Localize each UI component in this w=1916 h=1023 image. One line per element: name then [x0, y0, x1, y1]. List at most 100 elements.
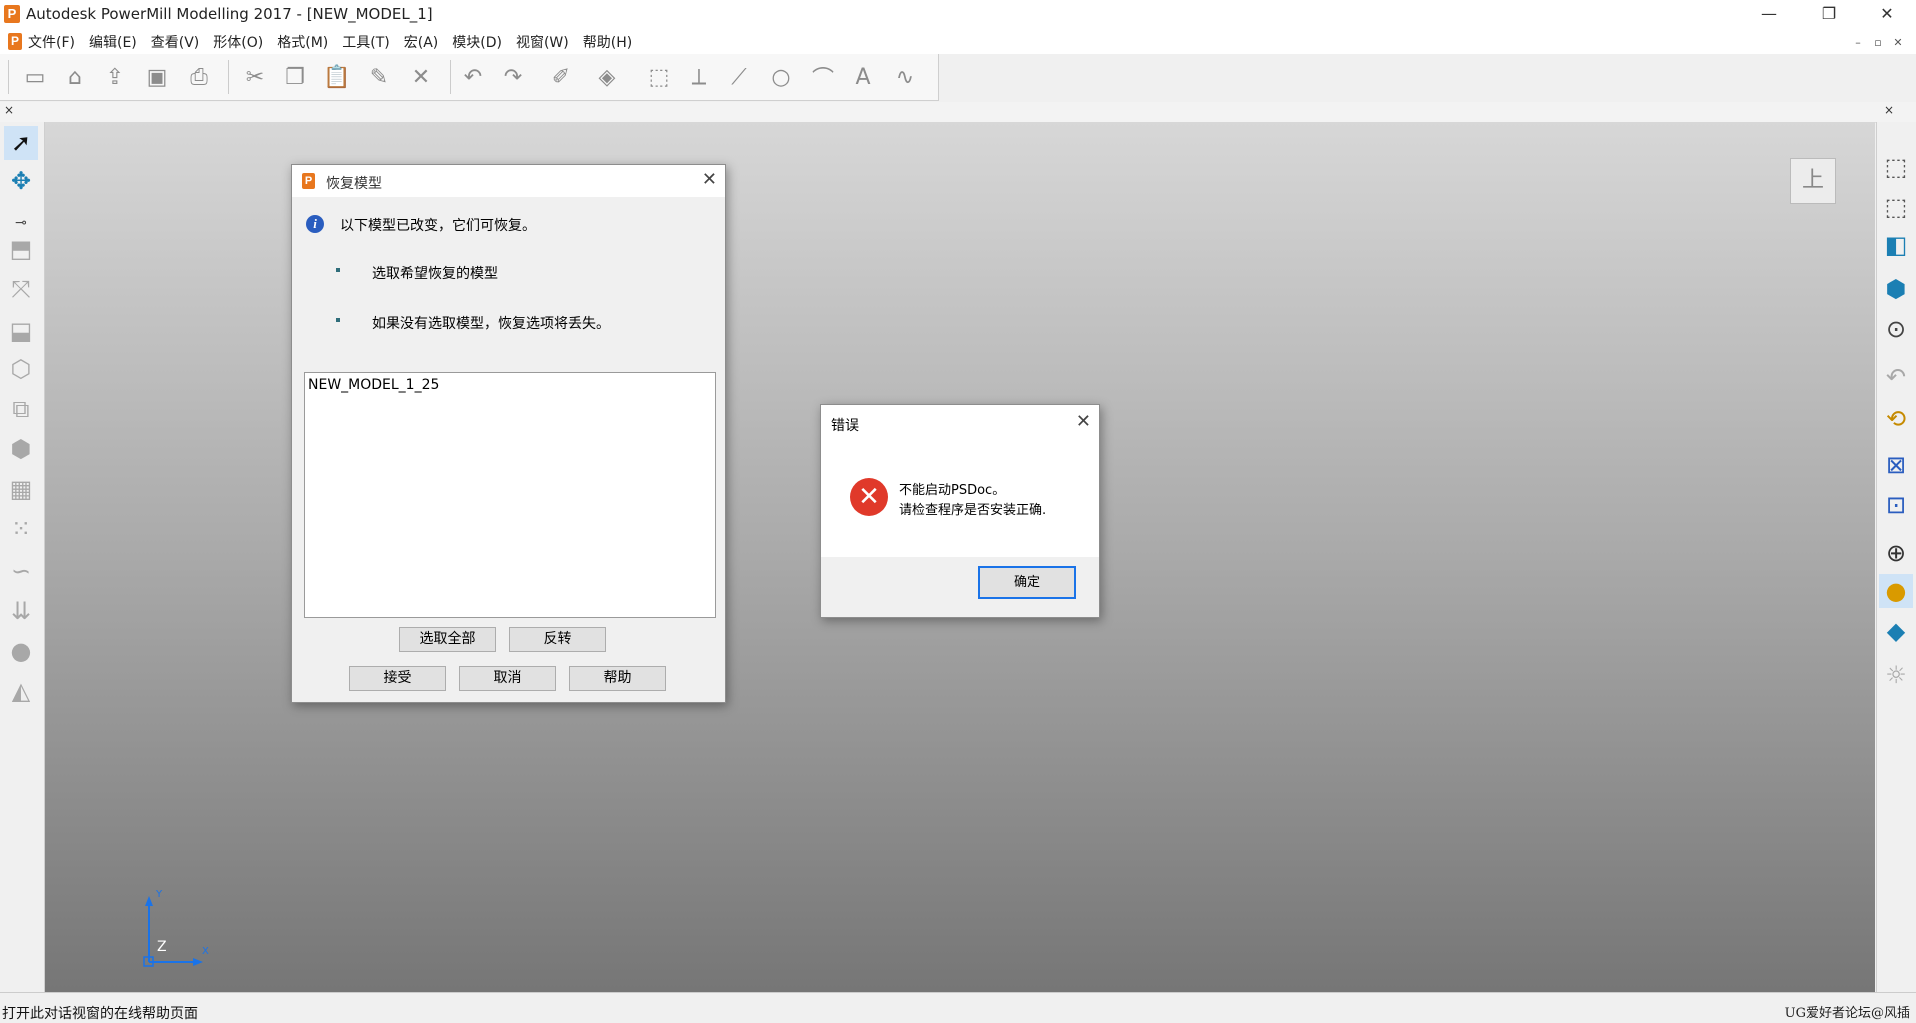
shaded-globe-icon[interactable]: ● [1879, 574, 1913, 608]
bullet-icon [336, 268, 340, 272]
document-logo-icon[interactable]: P [8, 33, 22, 50]
light-icon[interactable]: ☼ [1879, 658, 1913, 692]
wave-icon[interactable]: ∽ [4, 554, 38, 588]
import-icon[interactable]: ⇪ [100, 62, 130, 92]
side-view-icon[interactable]: ◧ [1879, 228, 1913, 262]
watermark: UG爱好者论坛@风插 [1784, 1006, 1910, 1021]
error-dialog-title: 错误 [831, 418, 859, 434]
surface-icon[interactable]: ⬒ [4, 232, 38, 266]
panel-close-icon[interactable]: × [4, 103, 14, 117]
arrays-icon[interactable]: ⇊ [4, 594, 38, 628]
redo-icon[interactable]: ↷ [498, 62, 528, 92]
bullet-text-2: 如果没有选取模型，恢复选项将丢失。 [372, 316, 610, 332]
zoom-previous-icon[interactable]: ↶ [1879, 360, 1913, 394]
error-icon: ✕ [850, 478, 888, 516]
plane-icon[interactable]: ◆ [1879, 614, 1913, 648]
dialog-logo-icon: P [302, 173, 315, 189]
open-folder-icon[interactable]: ⌂ [60, 62, 90, 92]
sketch-icon[interactable]: ✐ [546, 62, 576, 92]
error-close-button[interactable]: ✕ [1076, 411, 1091, 432]
mdi-minimize-button[interactable]: – [1850, 36, 1866, 50]
zoom-fit-icon[interactable]: ⊠ [1879, 448, 1913, 482]
right-view-palette: ⬚ ⬚ ◧ ⬢ ⊙ ↶ ⟲ ⊠ ⊡ ⊕ ● ◆ ☼ [1876, 122, 1916, 992]
info-text: 以下模型已改变，它们可恢复。 [340, 218, 536, 234]
menu-bar: P 文件(F) 编辑(E) 查看(V) 形体(O) 格式(M) 工具(T) 宏(… [0, 30, 1916, 54]
menu-view[interactable]: 查看(V) [151, 32, 200, 52]
cube-icon[interactable]: ⬢ [4, 432, 38, 466]
error-dialog: 错误 ✕ ✕ 不能启动PSDoc。 请检查程序是否安装正确. 确定 [820, 404, 1100, 618]
right-panel-close-icon[interactable]: × [1884, 103, 1894, 117]
zoom-undo-icon[interactable]: ⟲ [1879, 402, 1913, 436]
pyramid-icon[interactable]: ◭ [4, 674, 38, 708]
menu-file[interactable]: 文件(F) [28, 32, 75, 52]
left-tool-palette: ➚ ✥ ⊸ ⬒ ⤧ ⬓ ⬡ ⧉ ⬢ ▦ ⁙ ∽ ⇊ ● ◭ [0, 122, 45, 992]
axis-triad-icon: Y Z X [143, 889, 209, 967]
menu-shape[interactable]: 形体(O) [213, 32, 263, 52]
zoom-window-icon[interactable]: ⊡ [1879, 488, 1913, 522]
box-icon[interactable]: ▦ [4, 472, 38, 506]
info-icon: i [306, 215, 324, 233]
select-cursor-icon[interactable]: ➚ [4, 126, 38, 160]
list-item[interactable]: NEW_MODEL_1_25 [308, 377, 439, 393]
status-bar: 打开此对话视窗的在线帮助页面 UG爱好者论坛@风插 [0, 992, 1916, 1022]
mdi-restore-button[interactable]: ▫ [1870, 36, 1886, 50]
wireframe-globe-icon[interactable]: ⊕ [1879, 536, 1913, 570]
help-button[interactable]: 帮助 [569, 666, 666, 691]
powermill-logo-icon: P [4, 5, 20, 23]
blob-icon[interactable]: ● [4, 634, 38, 668]
edit-pen-icon[interactable]: ✎ [364, 62, 394, 92]
cube-pair-icon[interactable]: ⧉ [4, 392, 38, 426]
undo-icon[interactable]: ↶ [458, 62, 488, 92]
delete-icon[interactable]: ✕ [406, 62, 436, 92]
menu-macro[interactable]: 宏(A) [404, 32, 439, 52]
save-icon[interactable]: ▣ [142, 62, 172, 92]
face-icon[interactable]: ⬡ [4, 352, 38, 386]
shape-icon[interactable]: ◈ [592, 62, 622, 92]
window-title: Autodesk PowerMill Modelling 2017 - [NEW… [26, 5, 433, 23]
menu-edit[interactable]: 编辑(E) [89, 32, 137, 52]
cut-icon[interactable]: ✂ [240, 62, 270, 92]
arc-icon[interactable]: ⌒ [808, 62, 838, 92]
minimize-button[interactable]: — [1740, 0, 1798, 30]
menu-format[interactable]: 格式(M) [277, 32, 328, 52]
menu-module[interactable]: 模块(D) [452, 32, 502, 52]
accept-button[interactable]: 接受 [349, 666, 446, 691]
solid-icon[interactable]: ⬓ [4, 314, 38, 348]
invert-button[interactable]: 反转 [509, 627, 606, 652]
transform-icon[interactable]: ⬚ [644, 62, 674, 92]
curve-icon[interactable]: ∿ [890, 62, 920, 92]
paste-icon[interactable]: 📋 [322, 62, 352, 92]
cancel-button[interactable]: 取消 [459, 666, 556, 691]
new-document-icon[interactable]: ▭ [20, 62, 50, 92]
circle-icon[interactable]: ○ [766, 62, 796, 92]
select-all-button[interactable]: 选取全部 [399, 627, 496, 652]
restore-button[interactable]: ❐ [1800, 0, 1858, 30]
menu-window[interactable]: 视窗(W) [516, 32, 569, 52]
axis-icon[interactable]: ⟂ [684, 62, 714, 92]
line-icon[interactable]: ⟋ [724, 62, 754, 92]
bullet-icon [336, 318, 340, 322]
view-cube[interactable]: 上 [1790, 158, 1836, 204]
ok-button[interactable]: 确定 [978, 566, 1076, 599]
axis-x-label: X [202, 946, 209, 957]
print-icon[interactable]: ⎙ [184, 62, 214, 92]
copy-icon[interactable]: ❐ [280, 62, 310, 92]
iso-view-icon[interactable]: ⬚ [1879, 150, 1913, 184]
menu-tools[interactable]: 工具(T) [342, 32, 389, 52]
grid-cubes-icon[interactable]: ⁙ [4, 512, 38, 546]
close-button[interactable]: ✕ [1858, 0, 1916, 30]
dialog-title: 恢复模型 [326, 176, 382, 192]
text-icon[interactable]: A [848, 62, 878, 92]
menu-help[interactable]: 帮助(H) [583, 32, 632, 52]
rotate-view-icon[interactable]: ✥ [4, 164, 38, 198]
model-listbox[interactable]: NEW_MODEL_1_25 [304, 372, 716, 618]
camera-icon[interactable]: ⊙ [1879, 312, 1913, 346]
top-view-icon[interactable]: ⬢ [1879, 272, 1913, 306]
mdi-close-button[interactable]: ✕ [1890, 36, 1906, 50]
dialog-close-button[interactable]: ✕ [702, 169, 717, 190]
front-view-icon[interactable]: ⬚ [1879, 190, 1913, 224]
curve-tool-icon[interactable]: ⤧ [4, 272, 38, 306]
status-text: 打开此对话视窗的在线帮助页面 [2, 1006, 198, 1022]
error-message-line-2: 请检查程序是否安装正确. [899, 503, 1047, 518]
title-bar: P Autodesk PowerMill Modelling 2017 - [N… [0, 0, 1916, 30]
